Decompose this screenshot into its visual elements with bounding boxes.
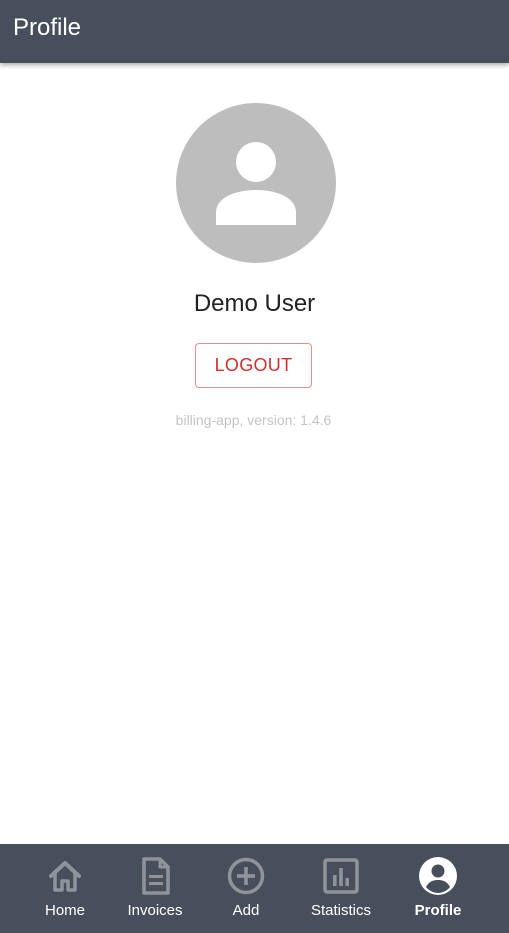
nav-item-profile[interactable]: Profile bbox=[398, 844, 478, 933]
account-circle-icon bbox=[418, 856, 458, 896]
app-version-text: billing-app, version: 1.4.6 bbox=[175, 412, 332, 428]
app-bar: Profile bbox=[0, 0, 509, 63]
user-name: Demo User bbox=[193, 290, 316, 317]
nav-label-profile: Profile bbox=[414, 902, 462, 919]
account-icon bbox=[216, 142, 296, 225]
nav-item-home[interactable]: Home bbox=[20, 844, 110, 933]
nav-label-add: Add bbox=[232, 902, 260, 919]
profile-content: Demo User LOGOUT billing-app, version: 1… bbox=[0, 63, 509, 844]
app-root: Profile Demo User LOGOUT billing-app, ve… bbox=[0, 0, 509, 933]
bar-chart-icon bbox=[321, 856, 361, 896]
page-title: Profile bbox=[13, 14, 82, 41]
nav-label-statistics: Statistics bbox=[310, 902, 371, 919]
avatar bbox=[176, 103, 336, 263]
add-circle-icon bbox=[226, 856, 266, 896]
home-icon bbox=[45, 856, 85, 896]
nav-item-invoices[interactable]: Invoices bbox=[115, 844, 195, 933]
nav-label-home: Home bbox=[44, 902, 85, 919]
document-icon bbox=[135, 856, 175, 896]
nav-item-statistics[interactable]: Statistics bbox=[300, 844, 382, 933]
nav-item-add[interactable]: Add bbox=[206, 844, 286, 933]
logout-button[interactable]: LOGOUT bbox=[195, 343, 312, 388]
bottom-navigation: Home Invoices Add Statistics Profile bbox=[0, 844, 509, 933]
nav-label-invoices: Invoices bbox=[127, 902, 183, 919]
